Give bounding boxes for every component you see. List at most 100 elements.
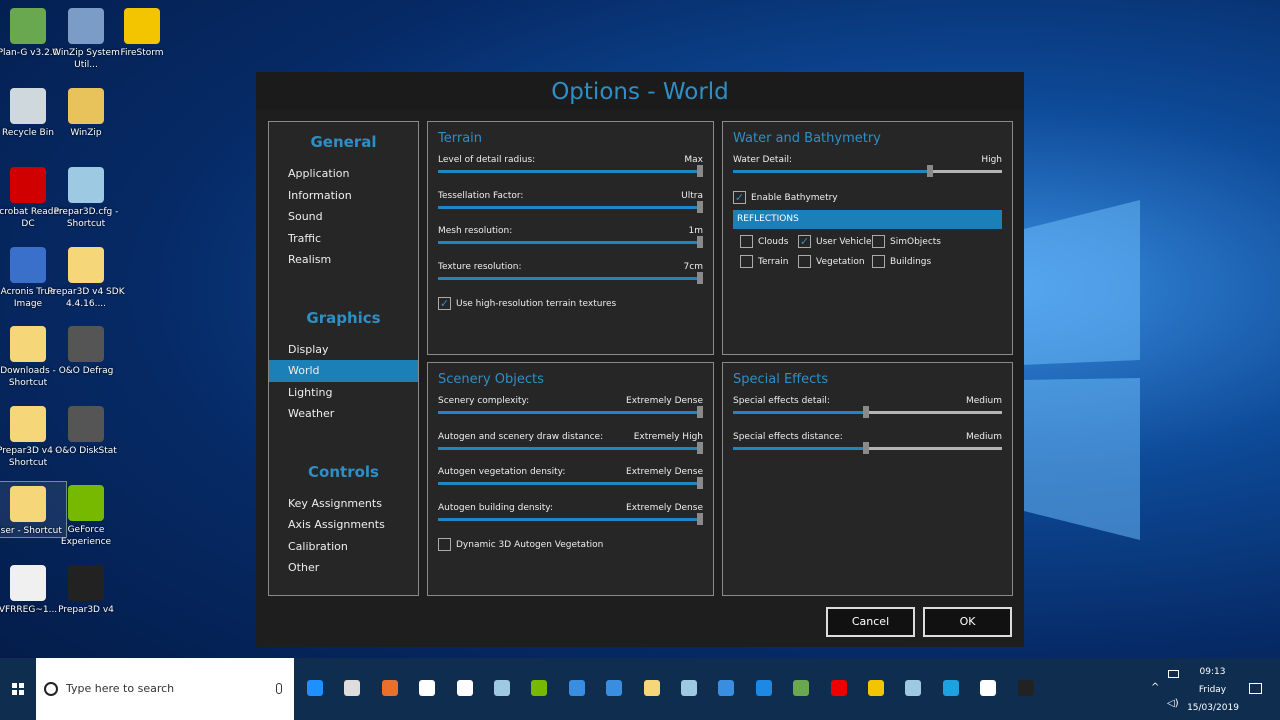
checkbox-row[interactable]: Buildings [872,255,952,268]
nav-item-axis-assignments[interactable]: Axis Assignments [269,514,418,536]
nav-item-world[interactable]: World [269,360,418,382]
taskbar-app-icon[interactable] [531,680,547,696]
checkbox-row[interactable]: Clouds [740,235,798,248]
checkbox-row[interactable]: ✓Enable Bathymetry [733,191,1002,204]
nav-item-display[interactable]: Display [269,339,418,361]
taskbar-app-icon[interactable] [905,680,921,696]
checkbox-row[interactable]: SimObjects [872,235,952,248]
slider[interactable] [438,518,703,521]
nav-item-realism[interactable]: Realism [269,249,418,271]
nav-item-application[interactable]: Application [269,163,418,185]
desktop-icon[interactable]: Prepar3D.cfg - Shortcut [47,163,125,230]
taskbar-app-icon[interactable] [681,680,697,696]
taskbar-app-icon[interactable] [943,680,959,696]
checkbox-row[interactable]: ✓ User Vehicle [798,235,872,248]
nav-item-other[interactable]: Other [269,557,418,579]
slider[interactable] [438,206,703,209]
taskbar-app-icon[interactable] [831,680,847,696]
slider-thumb[interactable] [697,442,703,454]
slider-thumb[interactable] [697,513,703,525]
nav-item-information[interactable]: Information [269,185,418,207]
microphone-icon[interactable] [276,683,282,694]
taskbar-app-icon[interactable] [307,680,323,696]
slider-thumb[interactable] [863,406,869,418]
checkbox[interactable]: ✓ [733,191,746,204]
slider[interactable] [438,411,703,414]
taskbar-app-icon[interactable] [1018,680,1034,696]
nav-item-sound[interactable]: Sound [269,206,418,228]
taskbar-app-icon[interactable] [868,680,884,696]
taskbar-app-icon[interactable] [494,680,510,696]
ok-button[interactable]: OK [923,607,1012,637]
network-icon[interactable] [1168,670,1179,678]
taskbar-app-icon[interactable] [457,680,473,696]
clock-time[interactable]: 09:13 [1185,667,1240,677]
volume-icon[interactable]: ◁) [1167,698,1179,709]
slider-row: Scenery complexity:Extremely Dense [438,394,703,430]
slider-thumb[interactable] [927,165,933,177]
slider-thumb[interactable] [697,201,703,213]
clock-date[interactable]: 15/03/2019 [1183,703,1243,713]
desktop-icon[interactable]: WinZip [47,84,125,139]
app-icon [10,565,46,601]
slider-thumb[interactable] [697,406,703,418]
checkbox-row[interactable]: Dynamic 3D Autogen Vegetation [438,538,703,551]
checkbox-label: User Vehicle [816,237,872,247]
nav-item-key-assignments[interactable]: Key Assignments [269,493,418,515]
taskbar-app-icon[interactable] [382,680,398,696]
checkbox[interactable] [438,538,451,551]
taskbar-app-icon[interactable] [344,680,360,696]
checkbox[interactable]: ✓ [798,235,811,248]
slider-thumb[interactable] [863,442,869,454]
slider-label: Autogen building density: [438,503,553,513]
taskbar-app-icon[interactable] [606,680,622,696]
slider[interactable] [733,411,1002,414]
checkbox[interactable] [798,255,811,268]
slider[interactable] [438,170,703,173]
slider-thumb[interactable] [697,165,703,177]
checkbox-row[interactable]: ✓Use high-resolution terrain textures [438,297,703,310]
nav-item-weather[interactable]: Weather [269,403,418,425]
taskbar-app-icon[interactable] [980,680,996,696]
checkbox[interactable] [740,235,753,248]
cancel-button[interactable]: Cancel [826,607,915,637]
checkbox-row[interactable]: Vegetation [798,255,872,268]
nav-item-traffic[interactable]: Traffic [269,228,418,250]
checkbox[interactable] [740,255,753,268]
taskbar-app-icon[interactable] [756,680,772,696]
checkbox[interactable] [872,235,885,248]
slider[interactable] [733,170,1002,173]
nav-item-calibration[interactable]: Calibration [269,536,418,558]
nav-item-lighting[interactable]: Lighting [269,382,418,404]
desktop-icon[interactable]: Prepar3D v4 [47,561,125,616]
taskbar-app-icon[interactable] [644,680,660,696]
desktop-icon[interactable]: O&O Defrag [47,322,125,377]
slider-value: Extremely Dense [626,396,703,406]
slider[interactable] [438,482,703,485]
taskbar-app-icon[interactable] [419,680,435,696]
checkbox[interactable]: ✓ [438,297,451,310]
slider[interactable] [438,447,703,450]
action-center-icon[interactable] [1249,683,1262,694]
clock-day[interactable]: Friday [1185,685,1240,695]
search-input[interactable]: Type here to search [36,658,294,720]
slider-thumb[interactable] [697,272,703,284]
slider-thumb[interactable] [697,477,703,489]
slider[interactable] [438,241,703,244]
show-hidden-icons-chevron[interactable]: ^ [1151,682,1159,693]
checkbox-row[interactable]: Terrain [740,255,798,268]
desktop-icon[interactable]: FireStorm [103,4,181,59]
desktop-icon-label: Prepar3D.cfg - Shortcut [47,206,125,230]
checkbox[interactable] [872,255,885,268]
taskbar-app-icon[interactable] [793,680,809,696]
slider[interactable] [438,277,703,280]
desktop-icon[interactable]: Prepar3D v4 SDK 4.4.16.... [47,243,125,310]
start-button[interactable] [12,683,24,695]
slider-thumb[interactable] [697,236,703,248]
desktop-icon[interactable]: GeForce Experience [47,481,125,548]
taskbar: Type here to search ^ ◁) 09:13 Friday 15… [0,658,1280,720]
desktop-icon[interactable]: O&O DiskStat [47,402,125,457]
taskbar-app-icon[interactable] [569,680,585,696]
slider[interactable] [733,447,1002,450]
taskbar-app-icon[interactable] [718,680,734,696]
